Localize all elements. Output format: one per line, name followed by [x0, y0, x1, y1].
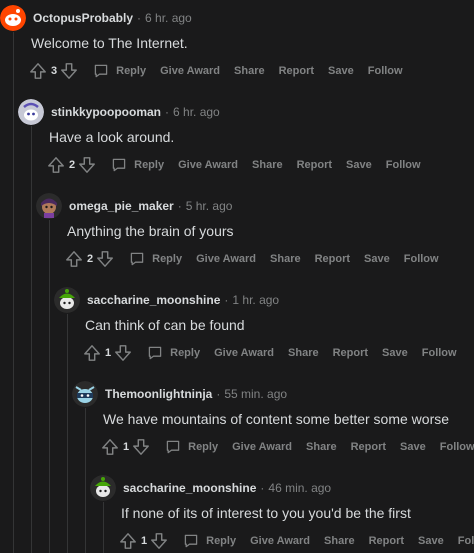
share-button[interactable]: Share	[324, 535, 355, 547]
follow-button[interactable]: Follow	[422, 347, 457, 359]
separator: ·	[260, 481, 265, 495]
separator: ·	[165, 105, 170, 119]
give-award-button[interactable]: Give Award	[160, 65, 220, 77]
username[interactable]: stinkkypoopooman	[51, 105, 161, 119]
thread-line[interactable]	[85, 408, 86, 553]
username[interactable]: OctopusProbably	[33, 11, 133, 25]
user-avatar[interactable]	[54, 287, 80, 313]
report-button[interactable]: Report	[315, 253, 350, 265]
upvote-icon[interactable]	[64, 249, 84, 269]
timestamp[interactable]: 55 min. ago	[224, 387, 287, 401]
comment-bubble-icon	[111, 157, 127, 173]
thread-line[interactable]	[49, 220, 50, 553]
share-button[interactable]: Share	[234, 65, 265, 77]
timestamp[interactable]: 1 hr. ago	[232, 293, 279, 307]
user-avatar[interactable]	[36, 193, 62, 219]
follow-button[interactable]: Follow	[368, 65, 403, 77]
comment-bubble-icon	[183, 533, 199, 549]
upvote-icon[interactable]	[46, 155, 66, 175]
report-button[interactable]: Report	[351, 441, 386, 453]
downvote-icon[interactable]	[131, 437, 151, 457]
vote-count: 1	[123, 441, 130, 453]
downvote-icon[interactable]	[95, 249, 115, 269]
save-button[interactable]: Save	[382, 347, 408, 359]
thread-line[interactable]	[31, 126, 32, 553]
vote-count: 2	[87, 253, 94, 265]
downvote-icon[interactable]	[77, 155, 97, 175]
save-button[interactable]: Save	[400, 441, 426, 453]
comment-text: If none of its of interest to you you'd …	[121, 505, 411, 521]
comment-bubble-icon	[165, 439, 181, 455]
username[interactable]: saccharine_moonshine	[87, 293, 220, 307]
vote-count: 1	[105, 347, 112, 359]
follow-button[interactable]: Follow	[404, 253, 439, 265]
share-button[interactable]: Share	[252, 159, 283, 171]
save-button[interactable]: Save	[418, 535, 444, 547]
downvote-icon[interactable]	[113, 343, 133, 363]
separator: ·	[216, 387, 221, 401]
timestamp[interactable]: 46 min. ago	[268, 481, 331, 495]
upvote-icon[interactable]	[28, 61, 48, 81]
follow-button[interactable]: Follow	[386, 159, 421, 171]
user-avatar[interactable]	[18, 99, 44, 125]
comment-bubble-icon	[93, 63, 109, 79]
reply-button[interactable]: Reply	[147, 345, 200, 361]
reply-button[interactable]: Reply	[183, 533, 236, 549]
save-button[interactable]: Save	[364, 253, 390, 265]
upvote-icon[interactable]	[118, 531, 138, 551]
comment-text: Anything the brain of yours	[67, 223, 234, 239]
share-button[interactable]: Share	[306, 441, 337, 453]
report-button[interactable]: Report	[333, 347, 368, 359]
follow-button[interactable]: Follow	[458, 535, 474, 547]
timestamp[interactable]: 6 hr. ago	[145, 11, 192, 25]
timestamp[interactable]: 5 hr. ago	[186, 199, 233, 213]
username[interactable]: omega_pie_maker	[69, 199, 174, 213]
separator: ·	[177, 199, 182, 213]
vote-count: 3	[51, 65, 58, 77]
share-button[interactable]: Share	[288, 347, 319, 359]
report-button[interactable]: Report	[369, 535, 404, 547]
report-button[interactable]: Report	[297, 159, 332, 171]
separator: ·	[224, 293, 229, 307]
comment-text: Welcome to The Internet.	[31, 35, 188, 51]
comment-text: Have a look around.	[49, 129, 175, 145]
save-button[interactable]: Save	[346, 159, 372, 171]
comment-text: We have mountains of content some better…	[103, 411, 450, 427]
give-award-button[interactable]: Give Award	[178, 159, 238, 171]
user-avatar[interactable]	[0, 5, 26, 31]
give-award-button[interactable]: Give Award	[232, 441, 292, 453]
report-button[interactable]: Report	[279, 65, 314, 77]
comment-text: Can think of can be found	[85, 317, 245, 333]
vote-count: 1	[141, 535, 148, 547]
thread-line[interactable]	[103, 502, 104, 553]
separator: ·	[137, 11, 142, 25]
vote-count: 2	[69, 159, 76, 171]
thread-line[interactable]	[67, 314, 68, 553]
timestamp[interactable]: 6 hr. ago	[173, 105, 220, 119]
username[interactable]: Themoonlightninja	[105, 387, 212, 401]
upvote-icon[interactable]	[82, 343, 102, 363]
username[interactable]: saccharine_moonshine	[123, 481, 256, 495]
comment-bubble-icon	[129, 251, 145, 267]
comment-bubble-icon	[147, 345, 163, 361]
downvote-icon[interactable]	[59, 61, 79, 81]
give-award-button[interactable]: Give Award	[214, 347, 274, 359]
give-award-button[interactable]: Give Award	[250, 535, 310, 547]
reply-button[interactable]: Reply	[111, 157, 164, 173]
reply-button[interactable]: Reply	[93, 63, 146, 79]
share-button[interactable]: Share	[270, 253, 301, 265]
upvote-icon[interactable]	[100, 437, 120, 457]
thread-line[interactable]	[13, 32, 14, 553]
follow-button[interactable]: Follow	[440, 441, 474, 453]
reply-button[interactable]: Reply	[165, 439, 218, 455]
user-avatar[interactable]	[90, 475, 116, 501]
save-button[interactable]: Save	[328, 65, 354, 77]
reply-button[interactable]: Reply	[129, 251, 182, 267]
downvote-icon[interactable]	[149, 531, 169, 551]
give-award-button[interactable]: Give Award	[196, 253, 256, 265]
user-avatar[interactable]	[72, 381, 98, 407]
